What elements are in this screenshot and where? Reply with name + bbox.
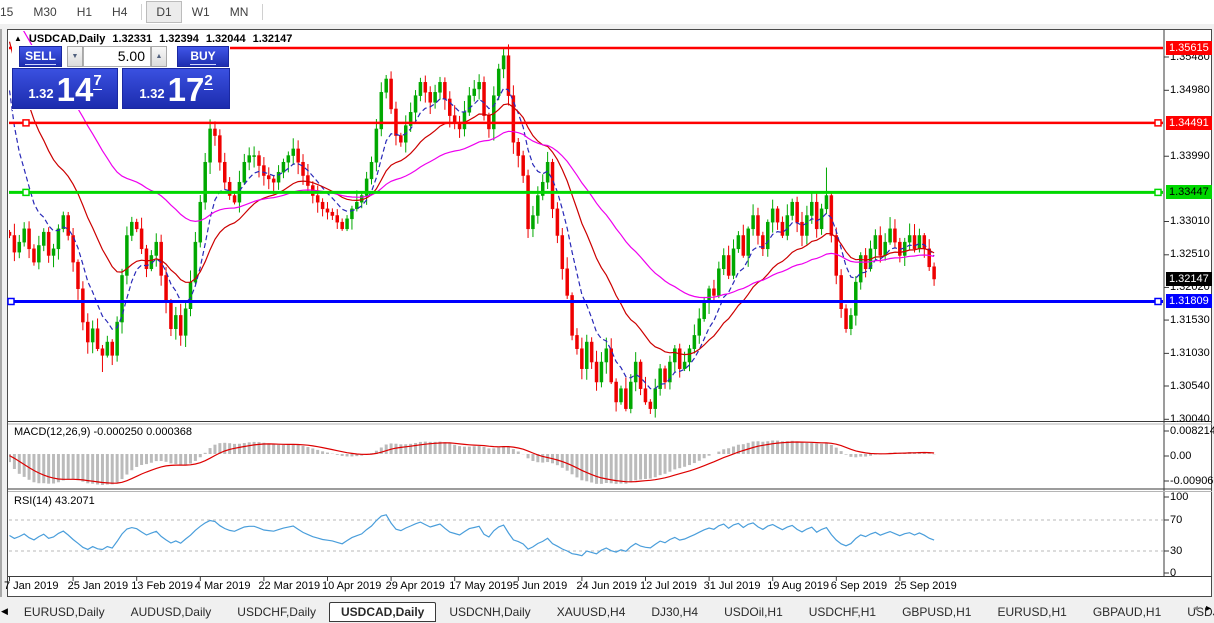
level-drag-handle[interactable] — [23, 120, 29, 126]
date-tick-label: 31 Jul 2019 — [704, 580, 761, 592]
price-tick-label: 1.33010 — [1170, 215, 1210, 227]
level-price-label: 1.31809 — [1166, 294, 1212, 308]
rsi-tick-label: 70 — [1170, 514, 1182, 526]
macd-tick-label: 0.008214 — [1170, 425, 1214, 437]
level-drag-handle[interactable] — [8, 298, 14, 304]
price-tick-label: 1.31530 — [1170, 314, 1210, 326]
volume-decrease-button[interactable]: ▼ — [67, 46, 83, 67]
price-tick-label: 1.32510 — [1170, 248, 1210, 260]
date-tick-label: 6 Sep 2019 — [831, 580, 887, 592]
moving-average-8 — [10, 88, 935, 388]
level-drag-handle[interactable] — [1155, 298, 1161, 304]
spinner-up-icon: ▲ — [156, 53, 163, 60]
tab-nav-right-icon[interactable]: ▸ — [1206, 603, 1211, 614]
price-tick-label: 1.30540 — [1170, 380, 1210, 392]
date-tick-label: 10 Apr 2019 — [322, 580, 381, 592]
date-tick-label: 7 Jan 2019 — [4, 580, 58, 592]
buy-price-button[interactable]: 1.32 172 — [122, 68, 230, 109]
tab-nav-arrows: ◂▸ — [1193, 603, 1211, 614]
price-tick-label: 1.34980 — [1170, 84, 1210, 96]
date-tick-label: 13 Feb 2019 — [131, 580, 193, 592]
sell-price-pips: 14 — [57, 72, 94, 108]
ohlc-close: 1.32147 — [253, 33, 293, 45]
price-tick-label: 1.33990 — [1170, 150, 1210, 162]
buy-price-point: 2 — [204, 72, 212, 90]
ohlc-high: 1.32394 — [159, 33, 199, 45]
spinner-down-icon: ▼ — [72, 53, 79, 60]
macd-signal-line — [10, 442, 935, 483]
macd-plot — [10, 440, 935, 485]
chart-symbol-title: USDCAD,Daily — [29, 33, 105, 45]
one-click-trade-panel: SELL ▼ 5.00 ▲ BUY 1.32 147 1.32 172 — [12, 45, 230, 110]
date-tick-label: 4 Mar 2019 — [195, 580, 251, 592]
macd-indicator-label: MACD(12,26,9) -0.000250 0.000368 — [14, 426, 192, 438]
chart-title-bar: ▲ USDCAD,Daily 1.32331 1.32394 1.32044 1.3214… — [14, 33, 292, 45]
date-tick-label: 19 Aug 2019 — [767, 580, 829, 592]
rsi-tick-label: 30 — [1170, 545, 1182, 557]
panel-frames — [8, 30, 1212, 581]
sell-button[interactable]: SELL — [19, 46, 62, 67]
level-price-label: 1.35615 — [1166, 41, 1212, 55]
rsi-line — [10, 515, 935, 556]
date-tick-label: 5 Jun 2019 — [513, 580, 567, 592]
tab-nav-left-icon[interactable]: ◂ — [1193, 603, 1198, 614]
volume-input[interactable]: 5.00 — [83, 46, 151, 67]
level-price-label: 1.34491 — [1166, 116, 1212, 130]
collapse-arrow-icon[interactable]: ▲ — [14, 34, 22, 43]
price-tick-label: 1.30040 — [1170, 413, 1210, 425]
buy-button-label: BUY — [190, 49, 215, 65]
buy-button[interactable]: BUY — [177, 46, 229, 67]
date-tick-label: 24 Jun 2019 — [576, 580, 637, 592]
rsi-plot — [9, 515, 1163, 556]
level-drag-handle[interactable] — [1155, 120, 1161, 126]
rsi-tick-label: 0 — [1170, 567, 1176, 579]
current-price-label: 1.32147 — [1166, 272, 1212, 286]
rsi-indicator-label: RSI(14) 43.2071 — [14, 495, 95, 507]
date-tick-label: 25 Jan 2019 — [68, 580, 129, 592]
date-tick-label: 29 Apr 2019 — [386, 580, 445, 592]
volume-increase-button[interactable]: ▲ — [151, 46, 167, 67]
macd-tick-label: -0.009066 — [1170, 475, 1214, 487]
level-drag-handle[interactable] — [23, 189, 29, 195]
sell-price-button[interactable]: 1.32 147 — [12, 68, 118, 109]
ohlc-open: 1.32331 — [112, 33, 152, 45]
rsi-tick-label: 100 — [1170, 491, 1188, 503]
level-price-label: 1.33447 — [1166, 185, 1212, 199]
date-tick-label: 17 May 2019 — [449, 580, 513, 592]
macd-tick-label: 0.00 — [1170, 450, 1191, 462]
buy-price-pips: 17 — [168, 72, 205, 108]
price-tick-label: 1.31030 — [1170, 347, 1210, 359]
trading-app: 15M30H1H4D1W1MN ▲USDCAD,Daily1.323311.32… — [0, 0, 1214, 623]
level-drag-handle[interactable] — [1155, 189, 1161, 195]
buy-price-figure: 1.32 — [139, 86, 164, 101]
date-tick-label: 22 Mar 2019 — [258, 580, 320, 592]
date-tick-label: 25 Sep 2019 — [894, 580, 956, 592]
sell-button-label: SELL — [25, 49, 56, 65]
sell-price-figure: 1.32 — [28, 86, 53, 101]
date-tick-label: 12 Jul 2019 — [640, 580, 697, 592]
ohlc-low: 1.32044 — [206, 33, 246, 45]
sell-price-point: 7 — [93, 72, 101, 90]
